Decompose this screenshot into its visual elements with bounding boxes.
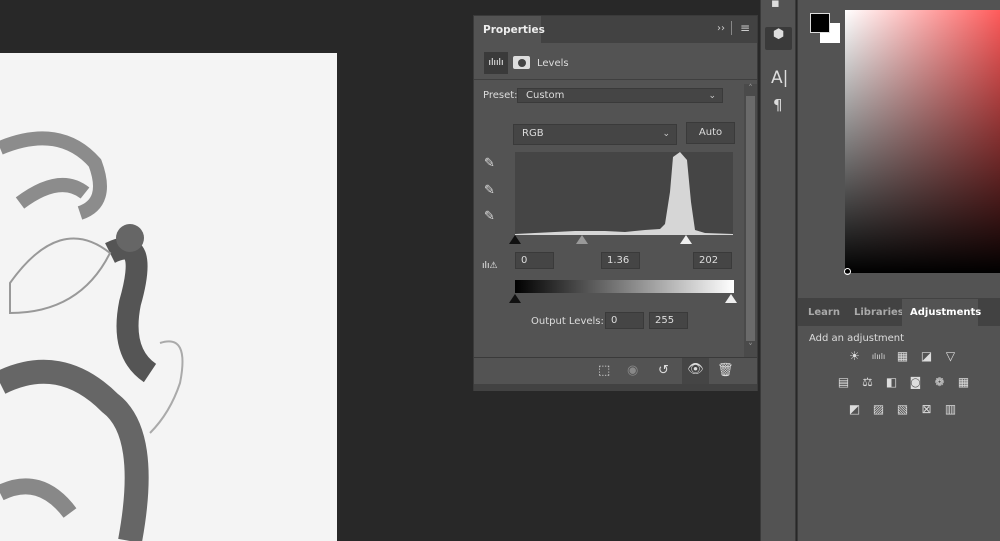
output-levels-label: Output Levels:: [531, 316, 604, 327]
output-gradient: [515, 280, 734, 293]
threshold-icon[interactable]: ▧: [894, 402, 911, 417]
levels-icon[interactable]: ılıılı: [484, 52, 508, 74]
auto-button[interactable]: Auto: [686, 122, 735, 144]
scroll-up-icon[interactable]: ˄: [744, 84, 757, 94]
adjustment-name: Levels: [537, 58, 569, 69]
tab-adjustments[interactable]: Adjustments: [902, 299, 981, 327]
color-lookup-icon[interactable]: ▦: [955, 375, 972, 390]
view-previous-state-icon[interactable]: ◉: [627, 363, 638, 378]
gray-point-eyedropper-icon[interactable]: ✎: [484, 183, 495, 198]
white-input-slider[interactable]: [680, 235, 692, 244]
invert-icon[interactable]: ◩: [846, 402, 863, 417]
gradient-map-icon[interactable]: ▥: [942, 402, 959, 417]
exposure-icon[interactable]: ◪: [918, 349, 935, 364]
tab-libraries[interactable]: Libraries: [854, 307, 904, 318]
hue-saturation-icon[interactable]: ▤: [835, 375, 852, 390]
hamburger-menu-icon[interactable]: ≡: [740, 21, 750, 35]
visibility-toggle[interactable]: 👁: [682, 358, 709, 384]
chevron-down-icon: ⌄: [662, 129, 670, 139]
brush-settings-icon[interactable]: ▪: [771, 0, 780, 11]
foreground-color-swatch[interactable]: [810, 13, 830, 33]
photo-filter-icon[interactable]: ◙: [907, 375, 924, 390]
vibrance-icon[interactable]: ▽: [942, 349, 959, 364]
trash-icon[interactable]: 🗑: [717, 363, 734, 378]
clip-to-layer-icon[interactable]: ⬚: [598, 363, 610, 378]
clipping-warning-icon[interactable]: ılı⚠: [482, 261, 498, 271]
output-black-field[interactable]: 0: [605, 312, 644, 329]
black-output-slider[interactable]: [509, 294, 521, 303]
color-picker-field[interactable]: [845, 10, 1000, 273]
document-canvas[interactable]: [0, 53, 337, 541]
scroll-down-icon[interactable]: ˅: [744, 343, 757, 353]
curves-icon[interactable]: ▦: [894, 349, 911, 364]
scrollbar-thumb[interactable]: [746, 96, 755, 341]
properties-panel: Properties ›› ≡ ılıılı Levels Preset: Cu…: [473, 15, 758, 391]
gamma-input-slider[interactable]: [576, 235, 588, 244]
input-black-field[interactable]: 0: [515, 252, 554, 269]
paragraph-icon[interactable]: ¶: [773, 96, 783, 114]
output-white-field[interactable]: 255: [649, 312, 688, 329]
panel-icon-column: ▪ ⬢ A| ¶: [760, 0, 796, 541]
reset-icon[interactable]: ↺: [658, 363, 669, 378]
black-input-slider[interactable]: [509, 235, 521, 244]
visibility-eye-icon: 👁: [687, 362, 704, 377]
color-balance-icon[interactable]: ⚖: [859, 375, 876, 390]
cube-icon: ⬢: [772, 27, 785, 42]
channel-mixer-icon[interactable]: ❁: [931, 375, 948, 390]
black-point-eyedropper-icon[interactable]: ✎: [484, 156, 495, 171]
divider: [474, 79, 757, 80]
channel-dropdown[interactable]: RGB ⌄: [513, 124, 677, 145]
cross-stitch-artwork: [0, 131, 184, 541]
input-gamma-field[interactable]: 1.36: [601, 252, 640, 269]
right-panel: Learn Libraries Adjustments Add an adjus…: [797, 0, 1000, 541]
white-output-slider[interactable]: [725, 294, 737, 303]
channel-value: RGB: [522, 128, 544, 139]
scrollbar[interactable]: ˄ ˅: [744, 84, 757, 357]
preset-value: Custom: [526, 90, 565, 101]
mask-icon[interactable]: [513, 56, 530, 69]
chevron-down-icon: ⌄: [708, 91, 716, 101]
3d-panel-button[interactable]: ⬢: [765, 27, 792, 50]
input-white-field[interactable]: 202: [693, 252, 732, 269]
divider: [731, 21, 732, 35]
tab-properties[interactable]: Properties: [474, 16, 545, 43]
white-point-eyedropper-icon[interactable]: ✎: [484, 209, 495, 224]
panel-resize-handle[interactable]: [474, 384, 757, 391]
color-picker-handle[interactable]: [844, 268, 851, 275]
posterize-icon[interactable]: ▨: [870, 402, 887, 417]
preset-dropdown[interactable]: Custom ⌄: [517, 88, 723, 103]
divider: [474, 357, 757, 358]
levels-icon[interactable]: ılıılı: [870, 349, 887, 364]
preset-label: Preset:: [483, 90, 518, 101]
double-chevron-right-icon[interactable]: ››: [717, 23, 725, 34]
selective-color-icon[interactable]: ⊠: [918, 402, 935, 417]
brightness-contrast-icon[interactable]: ☀: [846, 349, 863, 364]
black-white-icon[interactable]: ◧: [883, 375, 900, 390]
add-adjustment-heading: Add an adjustment: [809, 333, 905, 344]
tab-learn[interactable]: Learn: [808, 307, 840, 318]
character-icon[interactable]: A|: [771, 68, 788, 88]
histogram: [515, 152, 733, 235]
